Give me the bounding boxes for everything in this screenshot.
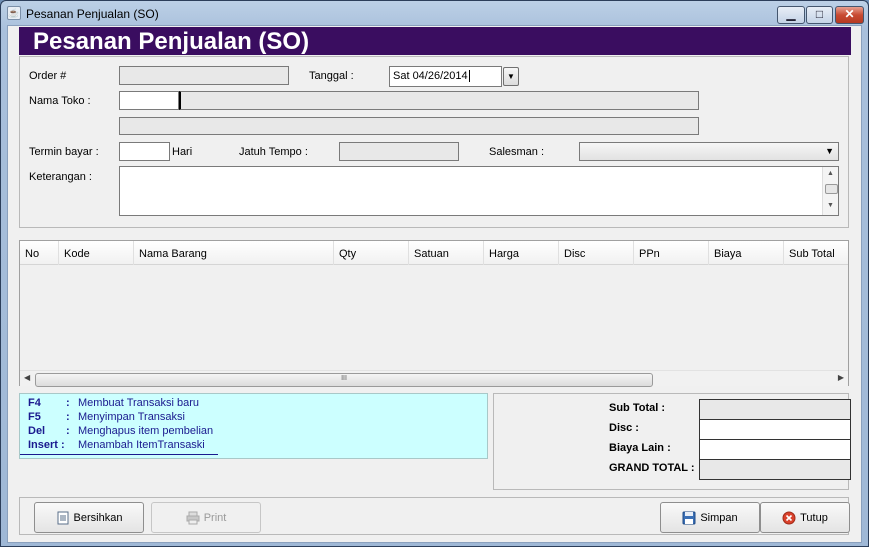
header-banner: Pesanan Penjualan (SO) — [19, 27, 851, 55]
salesman-label: Salesman : — [489, 146, 545, 158]
tanggal-value: Sat 04/26/2014 — [393, 70, 468, 82]
disc-field[interactable] — [699, 419, 851, 440]
column-header-no[interactable]: No — [20, 241, 59, 265]
shortcut-key: Del — [28, 425, 46, 437]
shortcut-help-panel: F4 : Membuat Transaksi baru F5 : Menyimp… — [19, 393, 488, 459]
scroll-up-icon[interactable]: ▲ — [827, 170, 834, 177]
close-window-button[interactable]: ✕ — [835, 6, 864, 24]
keterangan-textarea[interactable]: ▲ ▼ — [119, 166, 839, 216]
shortcut-key: F5 — [28, 411, 41, 423]
toko-name-field[interactable] — [179, 91, 699, 110]
tanggal-label: Tanggal : — [309, 70, 354, 82]
shortcut-colon: : — [66, 411, 70, 423]
shortcut-key: Insert : — [28, 439, 65, 451]
page-title: Pesanan Penjualan (SO) — [33, 28, 310, 55]
print-label: Print — [203, 511, 227, 524]
minimize-button[interactable]: ▁ — [777, 6, 805, 24]
keterangan-scrollbar[interactable]: ▲ ▼ — [822, 167, 838, 215]
chevron-down-icon: ▼ — [825, 146, 834, 156]
maximize-button[interactable]: □ — [806, 6, 833, 24]
column-header-harga[interactable]: Harga — [484, 241, 559, 265]
printer-icon — [186, 511, 200, 524]
scroll-right-icon[interactable]: ▶ — [838, 373, 844, 382]
shortcut-desc: Menghapus item pembelian — [78, 425, 214, 437]
totals-panel: Sub Total : Disc : Biaya Lain : GRAND TO… — [493, 393, 851, 490]
toko-address-field[interactable] — [119, 117, 699, 135]
scroll-thumb[interactable]: III — [35, 373, 653, 387]
title-bar[interactable]: ☕ Pesanan Penjualan (SO) ▁ □ ✕ — [1, 1, 866, 25]
shortcut-colon: : — [66, 425, 70, 437]
shortcut-colon: : — [66, 397, 70, 409]
disc-label: Disc : — [609, 422, 639, 434]
nama-toko-label: Nama Toko : — [29, 95, 91, 107]
biaya-lain-label: Biaya Lain : — [609, 442, 671, 454]
save-disk-icon — [682, 511, 696, 524]
termin-unit-label: Hari — [172, 146, 193, 158]
biaya-lain-field[interactable] — [699, 439, 851, 460]
tutup-button[interactable]: Tutup — [760, 502, 850, 533]
simpan-label: Simpan — [700, 511, 738, 524]
sub-total-label: Sub Total : — [609, 402, 666, 414]
column-header-kode[interactable]: Kode — [59, 241, 134, 265]
column-header-nama-barang[interactable]: Nama Barang — [134, 241, 334, 265]
table-header: No Kode Nama Barang Qty Satuan Harga Dis… — [20, 241, 848, 265]
shortcut-desc: Membuat Transaksi baru — [78, 397, 200, 409]
date-picker-button[interactable]: ▼ — [503, 67, 519, 86]
order-label: Order # — [29, 70, 67, 82]
shortcut-desc: Menambah ItemTransaski — [78, 439, 205, 451]
scroll-down-icon[interactable]: ▼ — [827, 202, 834, 209]
tutup-label: Tutup — [800, 511, 828, 524]
grand-total-label: GRAND TOTAL : — [609, 462, 695, 474]
scroll-grip: III — [341, 375, 347, 382]
window-title: Pesanan Penjualan (SO) — [26, 7, 159, 21]
termin-bayar-field[interactable] — [119, 142, 170, 161]
sub-total-field[interactable] — [699, 399, 851, 420]
keterangan-label: Keterangan : — [29, 171, 92, 183]
java-app-icon: ☕ — [7, 6, 21, 20]
scroll-left-icon[interactable]: ◀ — [24, 373, 30, 382]
column-header-biaya[interactable]: Biaya — [709, 241, 784, 265]
close-icon: ✕ — [844, 7, 855, 21]
print-button[interactable]: Print — [151, 502, 261, 533]
column-header-disc[interactable]: Disc — [559, 241, 634, 265]
termin-bayar-label: Termin bayar : — [29, 146, 99, 158]
button-bar: Bersihkan Print Simpan Tutup — [19, 497, 850, 535]
document-icon — [57, 511, 69, 524]
shortcut-desc: Menyimpan Transaksi — [78, 411, 185, 423]
column-header-sub-total[interactable]: Sub Total — [784, 241, 848, 265]
minimize-icon: ▁ — [786, 7, 796, 21]
scroll-thumb[interactable] — [825, 184, 838, 194]
jatuh-tempo-label: Jatuh Tempo : — [239, 146, 308, 158]
column-header-qty[interactable]: Qty — [334, 241, 409, 265]
maximize-icon: □ — [815, 7, 824, 21]
chevron-down-icon: ▼ — [507, 72, 515, 81]
order-number-field[interactable] — [119, 66, 289, 85]
column-header-satuan[interactable]: Satuan — [409, 241, 484, 265]
items-table[interactable]: No Kode Nama Barang Qty Satuan Harga Dis… — [19, 240, 849, 387]
bersihkan-label: Bersihkan — [73, 511, 123, 524]
grand-total-field[interactable] — [699, 459, 851, 480]
simpan-button[interactable]: Simpan — [660, 502, 760, 533]
tanggal-date-field[interactable]: Sat 04/26/2014 — [389, 66, 502, 87]
close-circle-icon — [782, 511, 796, 524]
toko-code-field[interactable] — [119, 91, 179, 110]
jatuh-tempo-field[interactable] — [339, 142, 459, 161]
bersihkan-button[interactable]: Bersihkan — [34, 502, 144, 533]
shortcut-underline — [20, 454, 218, 455]
salesman-select[interactable]: ▼ — [579, 142, 839, 161]
table-horizontal-scrollbar[interactable]: ◀ III ▶ — [20, 370, 848, 387]
shortcut-key: F4 — [28, 397, 41, 409]
column-header-ppn[interactable]: PPn — [634, 241, 709, 265]
